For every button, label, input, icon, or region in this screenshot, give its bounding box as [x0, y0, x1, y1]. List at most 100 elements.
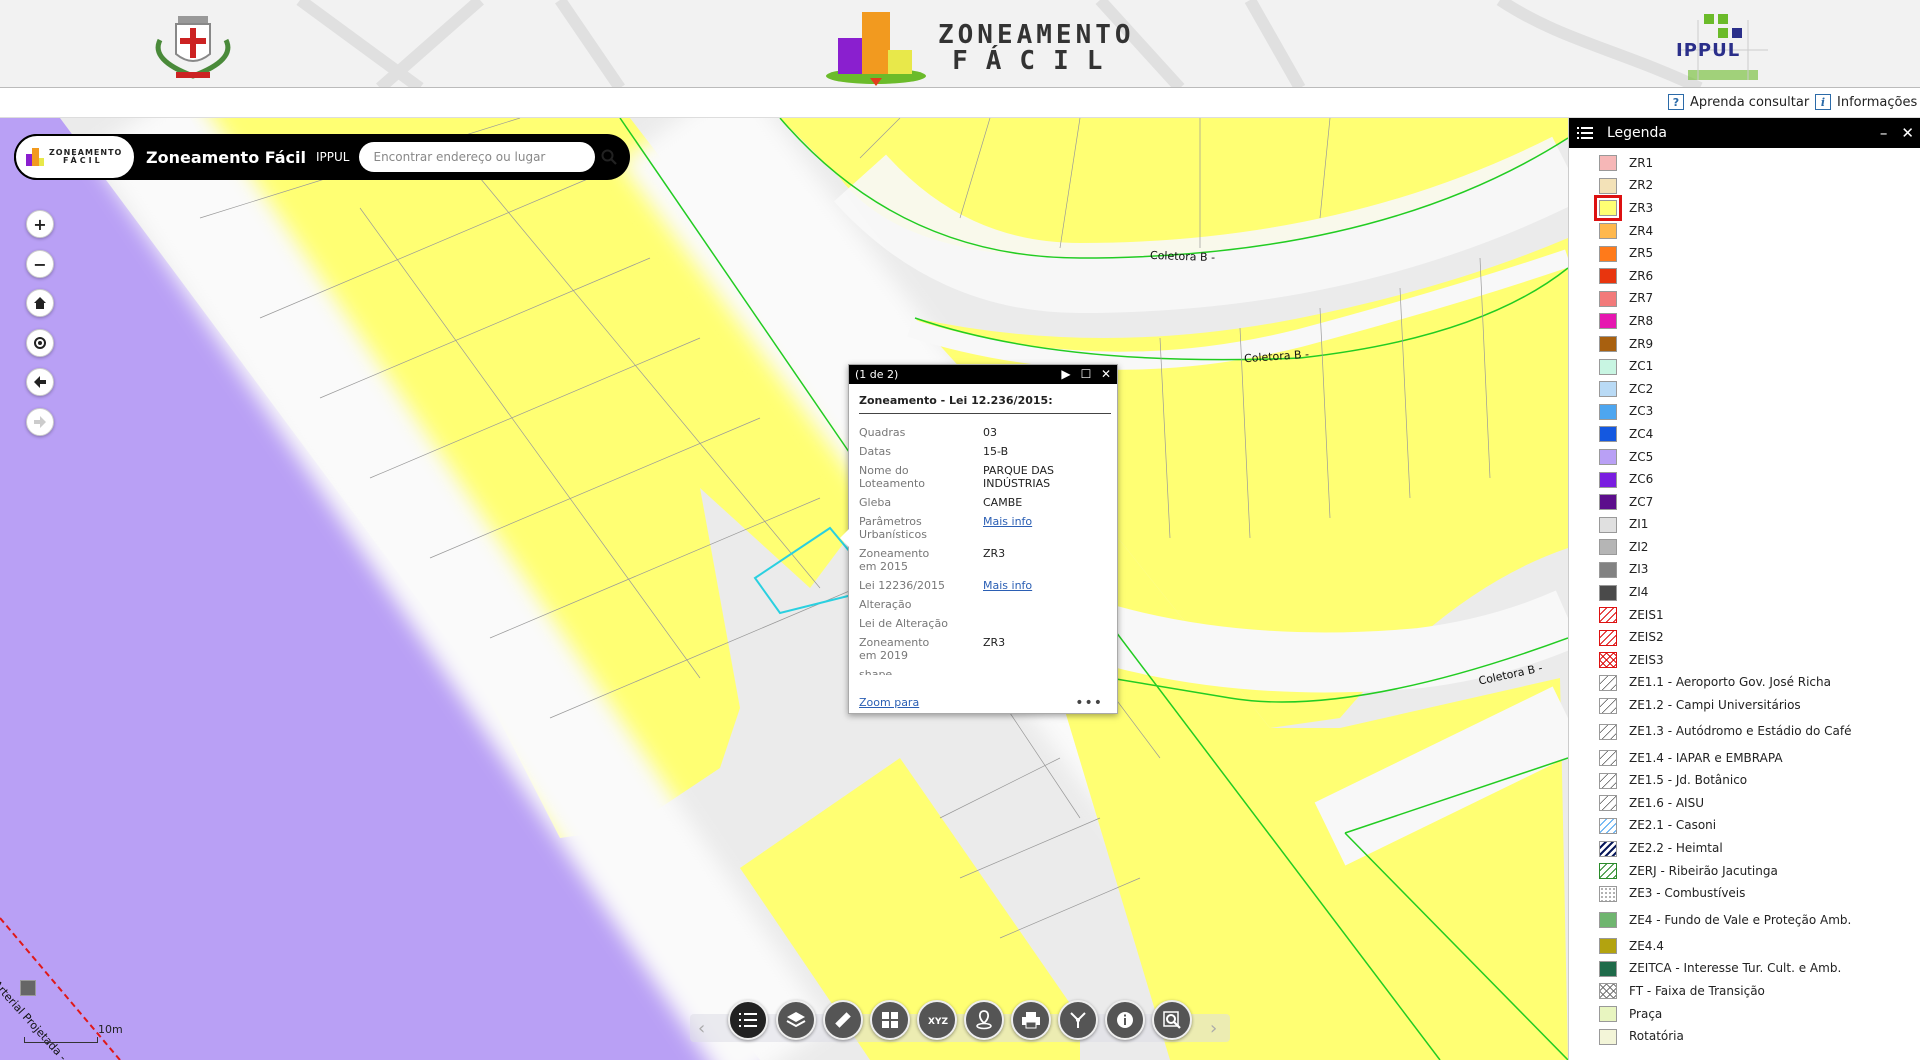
legend-item: ZR6: [1599, 265, 1920, 288]
legend-item-label: ZE1.1 - Aeroporto Gov. José Richa: [1629, 675, 1831, 690]
map-canvas[interactable]: [0, 118, 1568, 1060]
overview-map-toggle[interactable]: [20, 980, 36, 996]
legend-swatch: [1599, 885, 1617, 902]
layers-tool-button[interactable]: [776, 1000, 816, 1040]
about-tool-button[interactable]: [1105, 1000, 1145, 1040]
search-button[interactable]: [596, 144, 622, 170]
info-link[interactable]: i Informações: [1815, 94, 1917, 110]
info-icon: [1117, 1012, 1133, 1028]
legend-item-label: ZE4.4: [1629, 938, 1664, 953]
attr-key: Alteração: [859, 598, 912, 611]
toolbar-next-arrow[interactable]: ›: [1210, 1018, 1217, 1039]
attr-value: ZR3: [983, 547, 1006, 560]
road-label-coletora-1: Coletora B -: [1149, 248, 1216, 265]
scale-line: [24, 1037, 98, 1043]
legend-item: ZR2: [1599, 175, 1920, 198]
legend-item: ZR3: [1594, 195, 1920, 222]
forward-button[interactable]: [26, 408, 54, 436]
legend-item-label: ZE1.5 - Jd. Botânico: [1629, 773, 1748, 788]
legend-item-label: ZE1.3 - Autódromo e Estádio do Café: [1629, 724, 1852, 739]
locate-button[interactable]: [26, 329, 54, 357]
search-input[interactable]: [359, 142, 596, 172]
query-tool-button[interactable]: [1152, 1000, 1192, 1040]
legend-swatch: [1599, 817, 1617, 834]
attr-row: shape: [859, 668, 1107, 675]
locate-tool-button[interactable]: [964, 1000, 1004, 1040]
popup-controls: ▶ ☐ ✕: [1059, 367, 1113, 381]
legend-swatch: [1599, 426, 1617, 443]
measure-tool-button[interactable]: [823, 1000, 863, 1040]
legend-item-label: Praça: [1629, 1006, 1663, 1021]
scale-label: 10m: [98, 1023, 123, 1036]
banner-title-line2: FÁCIL: [952, 46, 1121, 76]
legend-item: ZEIS2: [1599, 626, 1920, 649]
legend-swatch: [1599, 960, 1617, 977]
parametros-mais-info-link[interactable]: Mais info: [983, 515, 1032, 528]
attr-key: Lei 12236/2015: [859, 579, 945, 592]
legend-item: ZE4.4: [1599, 935, 1920, 958]
legend-item-label: ZI2: [1629, 539, 1649, 554]
legend-swatch: [1599, 313, 1617, 330]
logo-text: ZONEAMENTO FÁCIL: [49, 149, 122, 165]
info-icon: i: [1815, 94, 1831, 110]
legend-item: ZE1.6 - AISU: [1599, 792, 1920, 815]
minimize-legend-button[interactable]: –: [1880, 124, 1888, 142]
legend-swatch: [1599, 177, 1617, 194]
coordinates-tool-button[interactable]: XYZ: [917, 1000, 957, 1040]
close-legend-button[interactable]: ✕: [1901, 124, 1914, 142]
legend-item-label: ZC1: [1629, 359, 1654, 374]
attr-row: Lei 12236/2015 Mais info: [859, 579, 1107, 592]
attr-row: Gleba CAMBE: [859, 496, 1107, 509]
legend-panel: Legenda – ✕ ZR1 ZR2 ZR3 ZR4 ZR5 ZR6 ZR7 ZR8 ZR9 Z…: [1568, 118, 1920, 1060]
toolbar-prev-arrow[interactable]: ‹: [698, 1018, 705, 1039]
legend-swatch: [1599, 449, 1617, 466]
zoom-in-button[interactable]: +: [26, 210, 54, 238]
legend-item-label: ZERJ - Ribeirão Jacutinga: [1629, 863, 1778, 878]
print-tool-button[interactable]: [1011, 1000, 1051, 1040]
zoom-to-link[interactable]: Zoom para: [859, 696, 919, 709]
lei-mais-info-link[interactable]: Mais info: [983, 579, 1032, 592]
legend-title: Legenda: [1607, 125, 1668, 141]
learn-link[interactable]: ? Aprenda consultar: [1668, 94, 1809, 110]
legend-item: ZE2.2 - Heimtal: [1599, 837, 1920, 860]
next-feature-button[interactable]: ▶: [1059, 367, 1073, 381]
legend-item-label: ZR7: [1629, 291, 1654, 306]
close-popup-button[interactable]: ✕: [1099, 367, 1113, 381]
legend-item-label: ZR3: [1629, 200, 1654, 215]
attr-row: Quadras 03: [859, 426, 1107, 439]
basemap-tool-button[interactable]: [870, 1000, 910, 1040]
legend-item: ZC3: [1599, 401, 1920, 424]
legend-swatch: [1599, 912, 1617, 928]
attr-value: ZR3: [983, 636, 1006, 649]
legend-list: ZR1 ZR2 ZR3 ZR4 ZR5 ZR6 ZR7 ZR8 ZR9 ZC1 ZC2 ZC3 ZC4 Z…: [1569, 148, 1920, 1048]
legend-item: ZEIS3: [1599, 649, 1920, 672]
app-subtitle: IPPUL: [316, 150, 350, 164]
legend-item-label: ZEIS3: [1629, 652, 1664, 667]
app-logo[interactable]: ZONEAMENTO FÁCIL: [14, 134, 136, 180]
legend-swatch: [1599, 290, 1617, 307]
zoom-out-button[interactable]: −: [26, 250, 54, 278]
home-button[interactable]: [26, 289, 54, 317]
legend-item: ZR9: [1599, 333, 1920, 356]
legend-item: ZI4: [1599, 581, 1920, 604]
search-zoom-icon: [1163, 1011, 1181, 1029]
city-seal-logo: [155, 16, 231, 79]
map-view[interactable]: Coletora B - Coletora B - Coletora B - A…: [0, 118, 1568, 1060]
attr-key: Zoneamento em 2019: [859, 636, 930, 662]
legend-tool-button[interactable]: [728, 1000, 768, 1040]
legend-item: ZEIS1: [1599, 604, 1920, 627]
ruler-icon: [835, 1012, 851, 1028]
maximize-button[interactable]: ☐: [1079, 367, 1093, 381]
legend-item-label: ZC2: [1629, 381, 1654, 396]
back-button[interactable]: [26, 368, 54, 396]
print-icon: [1022, 1012, 1040, 1029]
plus-icon: +: [33, 214, 47, 234]
more-actions-button[interactable]: •••: [1075, 695, 1103, 711]
legend-swatch: [1599, 268, 1617, 285]
legend-swatch: [1599, 674, 1617, 691]
legend-swatch: [1599, 629, 1617, 646]
share-tool-button[interactable]: [1058, 1000, 1098, 1040]
legend-item-label: ZEITCA - Interesse Tur. Cult. e Amb.: [1629, 961, 1842, 976]
attr-value: [983, 668, 1107, 675]
legend-item-label: ZR6: [1629, 268, 1654, 283]
